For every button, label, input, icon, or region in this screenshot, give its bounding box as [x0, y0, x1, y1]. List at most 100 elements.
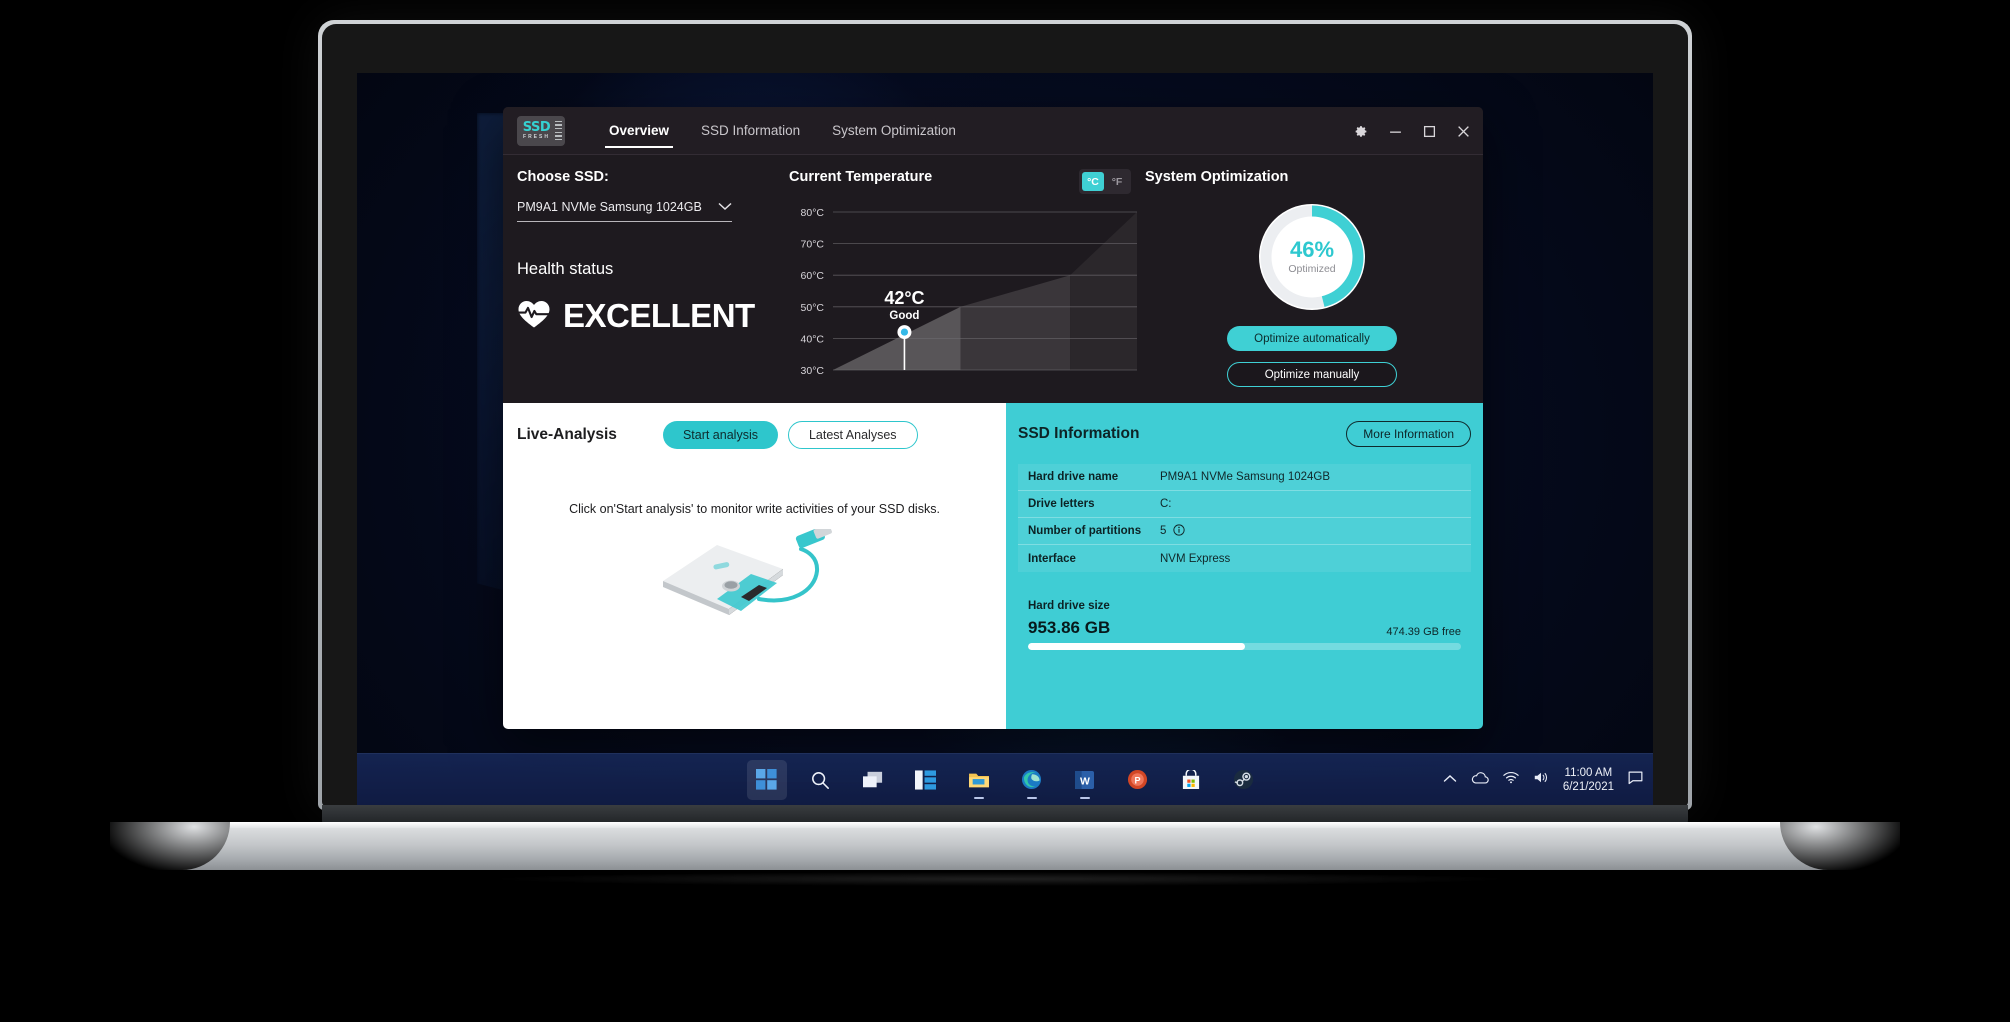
ssd-information-header: SSD Information More Information: [1018, 421, 1471, 447]
steam-icon[interactable]: [1224, 760, 1264, 800]
logo-primary-text: SSD: [522, 119, 551, 135]
hard-drive-size-label: Hard drive size: [1028, 600, 1110, 612]
hard-drive-size-total: 953.86 GB: [1028, 618, 1111, 637]
info-key: Hard drive name: [1028, 471, 1119, 483]
svg-text:Good: Good: [889, 310, 919, 322]
heart-pulse-icon: [517, 299, 551, 334]
taskbar-system-tray: 11:00 AM 6/21/2021: [1443, 754, 1643, 805]
laptop-screen: SSD FRESH Overview SSD Information Syste…: [357, 73, 1653, 805]
tab-ssd-information[interactable]: SSD Information: [685, 107, 816, 154]
overview-lower-section: Live-Analysis Start analysis Latest Anal…: [503, 403, 1483, 729]
choose-ssd-label: Choose SSD:: [517, 169, 609, 185]
info-value-text: NVM Express: [1160, 552, 1231, 565]
optimization-sublabel: Optimized: [1288, 263, 1336, 275]
optimization-percent: 46%: [1289, 237, 1335, 262]
system-optimization-title: System Optimization: [1145, 169, 1289, 185]
edge-icon[interactable]: [1012, 760, 1052, 800]
info-circle-icon[interactable]: [1173, 523, 1186, 539]
info-key: Number of partitions: [1028, 525, 1142, 537]
taskbar-date: 6/21/2021: [1562, 781, 1614, 793]
ssd-fresh-window: SSD FRESH Overview SSD Information Syste…: [503, 107, 1483, 729]
close-button[interactable]: [1453, 121, 1473, 141]
health-status-row: EXCELLENT: [517, 297, 789, 335]
external-ssd-illustration: [655, 524, 855, 619]
maximize-button[interactable]: [1419, 121, 1439, 141]
svg-text:P: P: [1134, 775, 1140, 785]
temperature-column: Current Temperature °C °F 30°C 40°C 50°C 60…: [789, 169, 1141, 403]
svg-text:70°C: 70°C: [801, 239, 825, 251]
optimize-automatically-button[interactable]: Optimize automatically: [1227, 326, 1397, 351]
taskbar-clock[interactable]: 11:00 AM 6/21/2021: [1563, 766, 1614, 794]
svg-text:50°C: 50°C: [801, 302, 825, 314]
table-row: Number of partitions 5: [1018, 518, 1471, 545]
donut-center-labels: 46% Optimized: [1254, 199, 1370, 315]
start-icon[interactable]: [746, 759, 787, 800]
hard-drive-usage-bar: [1028, 643, 1461, 650]
optimize-manually-button[interactable]: Optimize manually: [1227, 362, 1397, 387]
system-optimization-column: System Optimization 46% Optimized Optimi…: [1141, 169, 1483, 403]
unit-celsius-button[interactable]: °C: [1082, 172, 1104, 191]
optimization-donut: 46% Optimized: [1254, 199, 1370, 315]
temperature-unit-toggle[interactable]: °C °F: [1079, 169, 1131, 194]
info-value: NVM Express: [1160, 553, 1230, 565]
tab-system-optimization-label: System Optimization: [832, 123, 956, 138]
powerpoint-icon[interactable]: P: [1118, 760, 1158, 800]
unit-fahrenheit-button[interactable]: °F: [1106, 172, 1128, 191]
ssd-information-panel: SSD Information More Information Hard dr…: [1006, 403, 1483, 729]
search-icon[interactable]: [800, 760, 840, 800]
table-row: Hard drive name PM9A1 NVMe Samsung 1024G…: [1018, 464, 1471, 491]
show-hidden-icons-icon[interactable]: [1443, 771, 1457, 789]
file-explorer-icon[interactable]: [959, 760, 999, 800]
health-status-value: EXCELLENT: [563, 297, 755, 334]
hard-drive-usage-fill: [1028, 643, 1245, 650]
tab-ssd-information-label: SSD Information: [701, 123, 801, 138]
latest-analyses-button[interactable]: Latest Analyses: [787, 421, 918, 449]
info-key: Interface: [1028, 552, 1076, 565]
svg-text:30°C: 30°C: [801, 365, 825, 376]
info-value-text: C:: [1160, 498, 1172, 510]
gear-icon[interactable]: [1351, 121, 1371, 141]
onedrive-icon[interactable]: [1471, 771, 1489, 789]
laptop-base-shadow: [500, 872, 1500, 886]
widgets-icon[interactable]: [906, 760, 946, 800]
live-analysis-panel: Live-Analysis Start analysis Latest Anal…: [503, 403, 1006, 729]
svg-text:42°C: 42°C: [884, 288, 924, 308]
wifi-icon[interactable]: [1503, 771, 1519, 789]
svg-text:60°C: 60°C: [801, 270, 825, 282]
ssd-select[interactable]: PM9A1 NVMe Samsung 1024GB: [517, 198, 732, 222]
more-information-button[interactable]: More Information: [1346, 421, 1471, 447]
start-analysis-button[interactable]: Start analysis: [662, 421, 778, 449]
overview-upper-section: Choose SSD: PM9A1 NVMe Samsung 1024GB He…: [503, 155, 1483, 403]
hard-drive-size-row: 953.86 GB 474.39 GB free: [1028, 618, 1461, 638]
notification-center-icon[interactable]: [1628, 771, 1643, 790]
volume-icon[interactable]: [1533, 771, 1549, 789]
app-logo: SSD FRESH: [517, 115, 565, 146]
info-value: PM9A1 NVMe Samsung 1024GB: [1160, 471, 1330, 483]
microsoft-store-icon[interactable]: [1171, 760, 1211, 800]
table-row: Interface NVM Express: [1018, 545, 1471, 572]
tab-overview[interactable]: Overview: [593, 107, 685, 154]
ssd-information-title: SSD Information: [1018, 425, 1140, 442]
temperature-header: Current Temperature °C °F: [789, 169, 1141, 194]
screenshot-root: SSD FRESH Overview SSD Information Syste…: [0, 0, 2010, 1022]
tab-overview-label: Overview: [609, 123, 670, 138]
taskbar-running-dot: [973, 796, 984, 799]
info-key: Drive letters: [1028, 498, 1095, 510]
info-value-text: 5: [1160, 525, 1167, 537]
ssd-select-value: PM9A1 NVMe Samsung 1024GB: [517, 200, 702, 214]
tab-system-optimization[interactable]: System Optimization: [816, 107, 972, 154]
temperature-chart-svg: 30°C 40°C 50°C 60°C 70°C 80°C 42°C Good: [801, 207, 1137, 376]
word-icon[interactable]: W: [1065, 760, 1105, 800]
taskbar-running-dot: [1079, 796, 1090, 799]
minimize-button[interactable]: [1385, 121, 1405, 141]
task-view-icon[interactable]: [853, 760, 893, 800]
svg-text:40°C: 40°C: [801, 333, 825, 345]
laptop-base: [110, 822, 1900, 870]
logo-bars-icon: [555, 120, 562, 141]
window-controls: [1351, 107, 1473, 155]
live-analysis-title: Live-Analysis: [517, 426, 617, 443]
hard-drive-size-free: 474.39 GB free: [1386, 626, 1461, 638]
info-value: C:: [1160, 498, 1172, 510]
taskbar-icons: W P: [746, 759, 1264, 800]
taskbar-time: 11:00 AM: [1564, 767, 1613, 779]
